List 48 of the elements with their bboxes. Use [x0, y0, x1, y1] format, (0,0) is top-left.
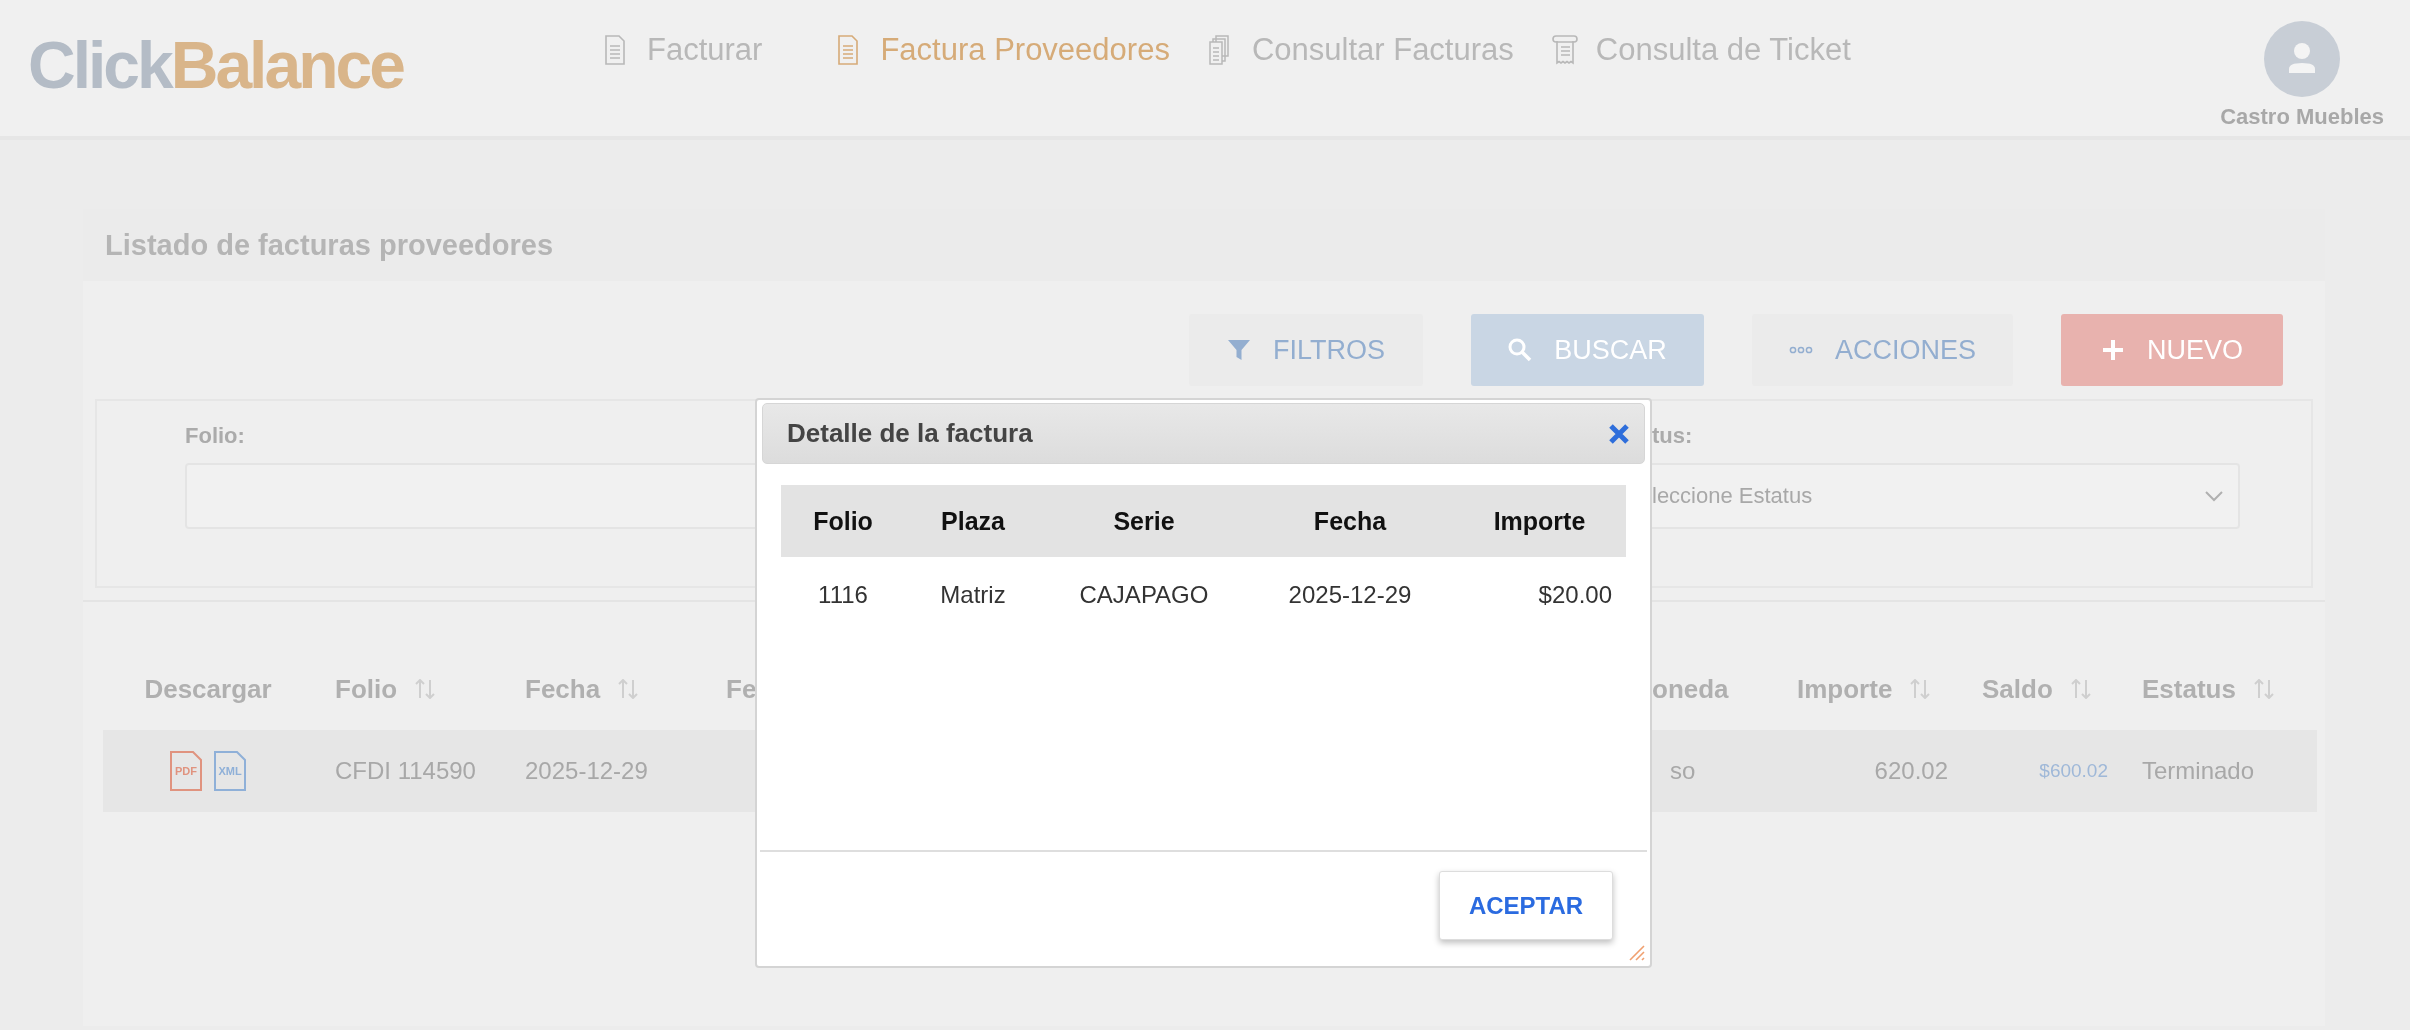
column-header[interactable]: oneda — [1652, 673, 1729, 705]
xml-download-button[interactable]: XML — [213, 751, 247, 791]
table-cell: Matriz — [940, 581, 1006, 609]
column-header[interactable]: Descargar — [144, 673, 272, 705]
column-header: Plaza — [941, 506, 1005, 536]
pdf-download-button[interactable]: PDF — [169, 751, 203, 791]
nav-tab[interactable]: Factura Proveedores — [836, 32, 1170, 68]
field-label: Folio: — [185, 423, 245, 450]
column-header[interactable]: Folio — [335, 673, 398, 705]
plus-icon — [2101, 338, 2125, 362]
table-cell: 2025-12-29 — [1288, 581, 1412, 609]
column-header[interactable]: Saldo — [1982, 673, 2053, 705]
user-name: Castro Muebles — [2220, 104, 2384, 130]
table-cell: so — [1670, 757, 1696, 785]
column-header[interactable]: Importe — [1797, 673, 1893, 705]
table-cell: CAJAPAGO — [1079, 581, 1209, 609]
dialog-title: Detalle de la factura — [787, 418, 1033, 449]
column-header[interactable]: Fecha — [525, 673, 601, 705]
column-header: Serie — [1113, 506, 1175, 536]
table-cell: $20.00 — [1538, 581, 1612, 609]
receipt-icon — [1551, 35, 1578, 65]
column-header: Folio — [813, 506, 873, 536]
table-cell: $600.02 — [2039, 760, 2108, 782]
nav-tab[interactable]: Consultar Facturas — [1207, 32, 1514, 68]
new-button[interactable]: NUEVO — [2061, 314, 2283, 386]
column-header[interactable]: Estatus — [2142, 673, 2236, 705]
close-icon — [1608, 422, 1630, 445]
close-button[interactable] — [1608, 422, 1630, 445]
nav-tab[interactable]: Consulta de Ticket — [1551, 32, 1851, 68]
table-cell: CFDI 114590 — [335, 757, 476, 785]
avatar-icon — [2263, 20, 2342, 98]
filter-icon — [1227, 338, 1251, 362]
accept-button[interactable]: ACEPTAR — [1439, 871, 1613, 940]
filter-button[interactable]: FILTROS — [1189, 314, 1423, 386]
table-cell: 2025-12-29 — [525, 757, 648, 785]
logo[interactable]: ClickBalance — [28, 30, 508, 100]
actions-button[interactable]: ACCIONES — [1752, 314, 2013, 386]
nav-tab[interactable]: Facturar — [603, 32, 763, 68]
column-header: Fecha — [1313, 506, 1387, 536]
table-cell: 620.02 — [1874, 757, 1948, 785]
search-icon — [1508, 338, 1533, 362]
field-label: tus: — [1651, 423, 1693, 450]
column-header[interactable]: Fe — [726, 673, 757, 705]
table-cell: 1116 — [818, 581, 868, 609]
column-header: Importe — [1493, 506, 1586, 536]
resize-grip-icon — [1627, 943, 1645, 961]
chevron-down-icon — [2204, 489, 2224, 503]
table-cell: Terminado — [2142, 757, 2255, 785]
